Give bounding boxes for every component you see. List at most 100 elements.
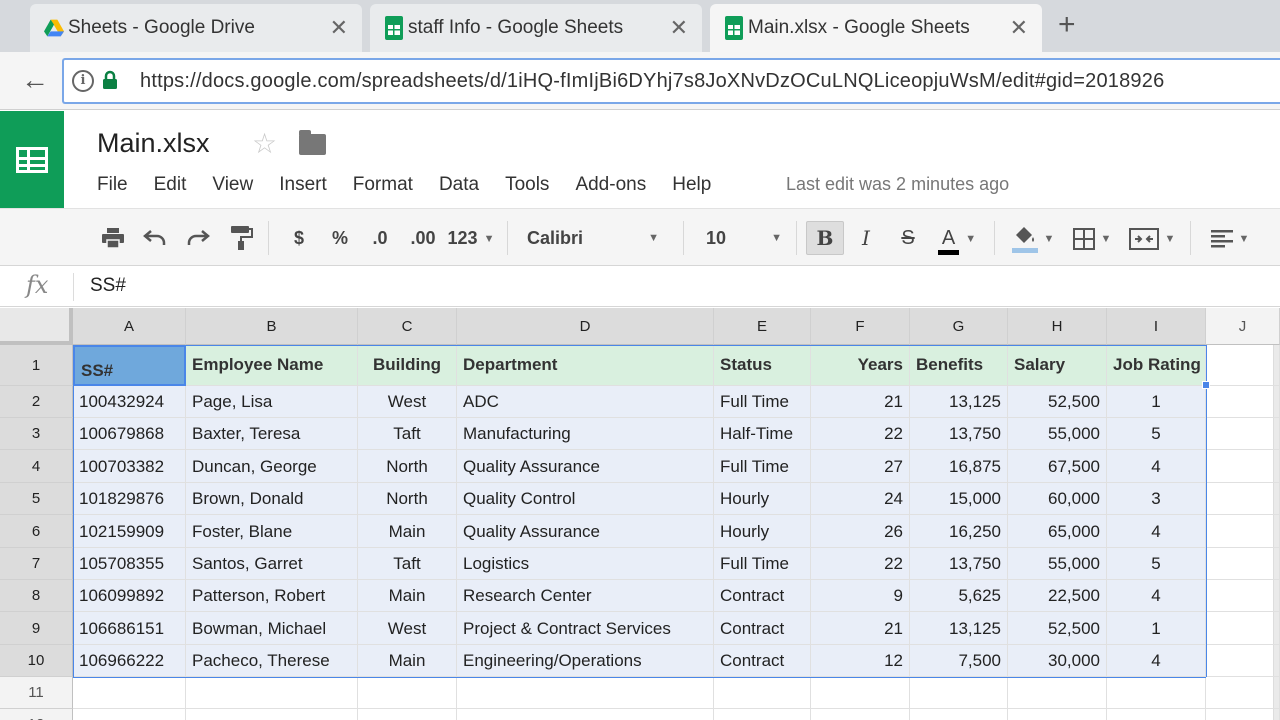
table-cell[interactable]: 100679868 xyxy=(73,418,186,450)
table-cell[interactable]: 100432924 xyxy=(73,386,186,418)
undo-icon[interactable] xyxy=(143,229,167,247)
column-header-d[interactable]: D xyxy=(457,308,714,345)
empty-cell[interactable] xyxy=(1206,418,1280,450)
table-cell[interactable]: Contract xyxy=(714,612,811,645)
menu-file[interactable]: File xyxy=(97,174,128,196)
table-cell[interactable]: 106966222 xyxy=(73,645,186,677)
empty-cell[interactable] xyxy=(1206,677,1280,709)
table-cell[interactable]: Foster, Blane xyxy=(186,515,358,548)
browser-tab-drive[interactable]: Sheets - Google Drive ✕ xyxy=(30,4,362,52)
table-cell[interactable]: 67,500 xyxy=(1008,450,1107,483)
table-cell[interactable]: 22 xyxy=(811,418,910,450)
empty-cell[interactable] xyxy=(714,677,811,709)
menu-data[interactable]: Data xyxy=(439,174,479,196)
table-cell[interactable]: Logistics xyxy=(457,548,714,580)
menu-edit[interactable]: Edit xyxy=(154,174,187,196)
percent-format-button[interactable]: % xyxy=(328,223,352,253)
row-header[interactable]: 5 xyxy=(0,483,73,515)
row-header[interactable]: 7 xyxy=(0,548,73,580)
table-cell[interactable]: 100703382 xyxy=(73,450,186,483)
currency-format-button[interactable]: $ xyxy=(288,223,310,253)
header-cell[interactable]: Salary xyxy=(1008,345,1107,386)
header-cell[interactable]: Department xyxy=(457,345,714,386)
star-icon[interactable]: ☆ xyxy=(252,127,277,160)
menu-format[interactable]: Format xyxy=(353,174,413,196)
close-tab-icon[interactable]: ✕ xyxy=(330,16,348,40)
close-tab-icon[interactable]: ✕ xyxy=(1010,16,1028,40)
browser-tab-staff-info[interactable]: staff Info - Google Sheets ✕ xyxy=(370,4,702,52)
table-cell[interactable]: Quality Assurance xyxy=(457,515,714,548)
empty-cell[interactable] xyxy=(1206,386,1280,418)
empty-cell[interactable] xyxy=(73,677,186,709)
table-cell[interactable]: 16,250 xyxy=(910,515,1008,548)
table-cell[interactable]: 3 xyxy=(1107,483,1206,515)
empty-cell[interactable] xyxy=(1206,515,1280,548)
merge-cells-button[interactable]: ▼ xyxy=(1124,223,1180,253)
active-cell[interactable]: SS# xyxy=(73,345,186,386)
table-cell[interactable]: 26 xyxy=(811,515,910,548)
menu-tools[interactable]: Tools xyxy=(505,174,549,196)
column-header-h[interactable]: H xyxy=(1008,308,1107,345)
table-cell[interactable]: Main xyxy=(358,515,457,548)
table-cell[interactable]: Taft xyxy=(358,418,457,450)
spreadsheet-grid[interactable]: ABCDEFGHIJ123456789101112SS#Employee Nam… xyxy=(0,308,1280,720)
empty-cell[interactable] xyxy=(1206,709,1280,720)
row-header[interactable]: 12 xyxy=(0,709,73,720)
borders-button[interactable]: ▼ xyxy=(1068,223,1116,253)
fill-color-button[interactable]: ▼ xyxy=(1008,223,1058,254)
table-cell[interactable]: 16,875 xyxy=(910,450,1008,483)
table-cell[interactable]: 60,000 xyxy=(1008,483,1107,515)
table-cell[interactable]: Quality Assurance xyxy=(457,450,714,483)
table-cell[interactable]: 4 xyxy=(1107,515,1206,548)
table-cell[interactable]: Project & Contract Services xyxy=(457,612,714,645)
more-formats-button[interactable]: 123 ▼ xyxy=(446,223,496,253)
column-header-g[interactable]: G xyxy=(910,308,1008,345)
table-cell[interactable]: 22,500 xyxy=(1008,580,1107,612)
column-header-j[interactable]: J xyxy=(1206,308,1280,345)
header-cell[interactable]: Status xyxy=(714,345,811,386)
table-cell[interactable]: Duncan, George xyxy=(186,450,358,483)
table-cell[interactable]: 1 xyxy=(1107,612,1206,645)
column-header-a[interactable]: A xyxy=(73,308,186,345)
table-cell[interactable]: Full Time xyxy=(714,450,811,483)
table-cell[interactable]: 13,125 xyxy=(910,386,1008,418)
table-cell[interactable]: 5 xyxy=(1107,548,1206,580)
row-header[interactable]: 8 xyxy=(0,580,73,612)
row-header[interactable]: 10 xyxy=(0,645,73,677)
empty-cell[interactable] xyxy=(1206,612,1280,645)
empty-cell[interactable] xyxy=(1008,709,1107,720)
formula-input[interactable]: SS# xyxy=(90,275,126,297)
empty-cell[interactable] xyxy=(1107,677,1206,709)
empty-cell[interactable] xyxy=(358,709,457,720)
column-header-e[interactable]: E xyxy=(714,308,811,345)
table-cell[interactable]: Contract xyxy=(714,580,811,612)
empty-cell[interactable] xyxy=(457,709,714,720)
strikethrough-button[interactable]: S xyxy=(896,223,920,253)
table-cell[interactable]: 52,500 xyxy=(1008,386,1107,418)
empty-cell[interactable] xyxy=(1206,645,1280,677)
menu-insert[interactable]: Insert xyxy=(279,174,327,196)
table-cell[interactable]: Full Time xyxy=(714,386,811,418)
last-edit-status[interactable]: Last edit was 2 minutes ago xyxy=(786,174,1009,195)
column-header-c[interactable]: C xyxy=(358,308,457,345)
table-cell[interactable]: Main xyxy=(358,645,457,677)
table-cell[interactable]: Hourly xyxy=(714,483,811,515)
table-cell[interactable]: Research Center xyxy=(457,580,714,612)
table-cell[interactable]: Baxter, Teresa xyxy=(186,418,358,450)
table-cell[interactable]: 106686151 xyxy=(73,612,186,645)
table-cell[interactable]: ADC xyxy=(457,386,714,418)
row-header[interactable]: 6 xyxy=(0,515,73,548)
table-cell[interactable]: 5 xyxy=(1107,418,1206,450)
empty-cell[interactable] xyxy=(714,709,811,720)
table-cell[interactable]: North xyxy=(358,483,457,515)
empty-cell[interactable] xyxy=(73,709,186,720)
print-icon[interactable] xyxy=(101,227,125,249)
row-header[interactable]: 1 xyxy=(0,345,73,386)
empty-cell[interactable] xyxy=(457,677,714,709)
table-cell[interactable]: Engineering/Operations xyxy=(457,645,714,677)
folder-icon[interactable] xyxy=(299,130,326,155)
font-size-select[interactable]: 10 ▼ xyxy=(706,223,786,253)
empty-cell[interactable] xyxy=(358,677,457,709)
row-header[interactable]: 2 xyxy=(0,386,73,418)
table-cell[interactable]: 1 xyxy=(1107,386,1206,418)
